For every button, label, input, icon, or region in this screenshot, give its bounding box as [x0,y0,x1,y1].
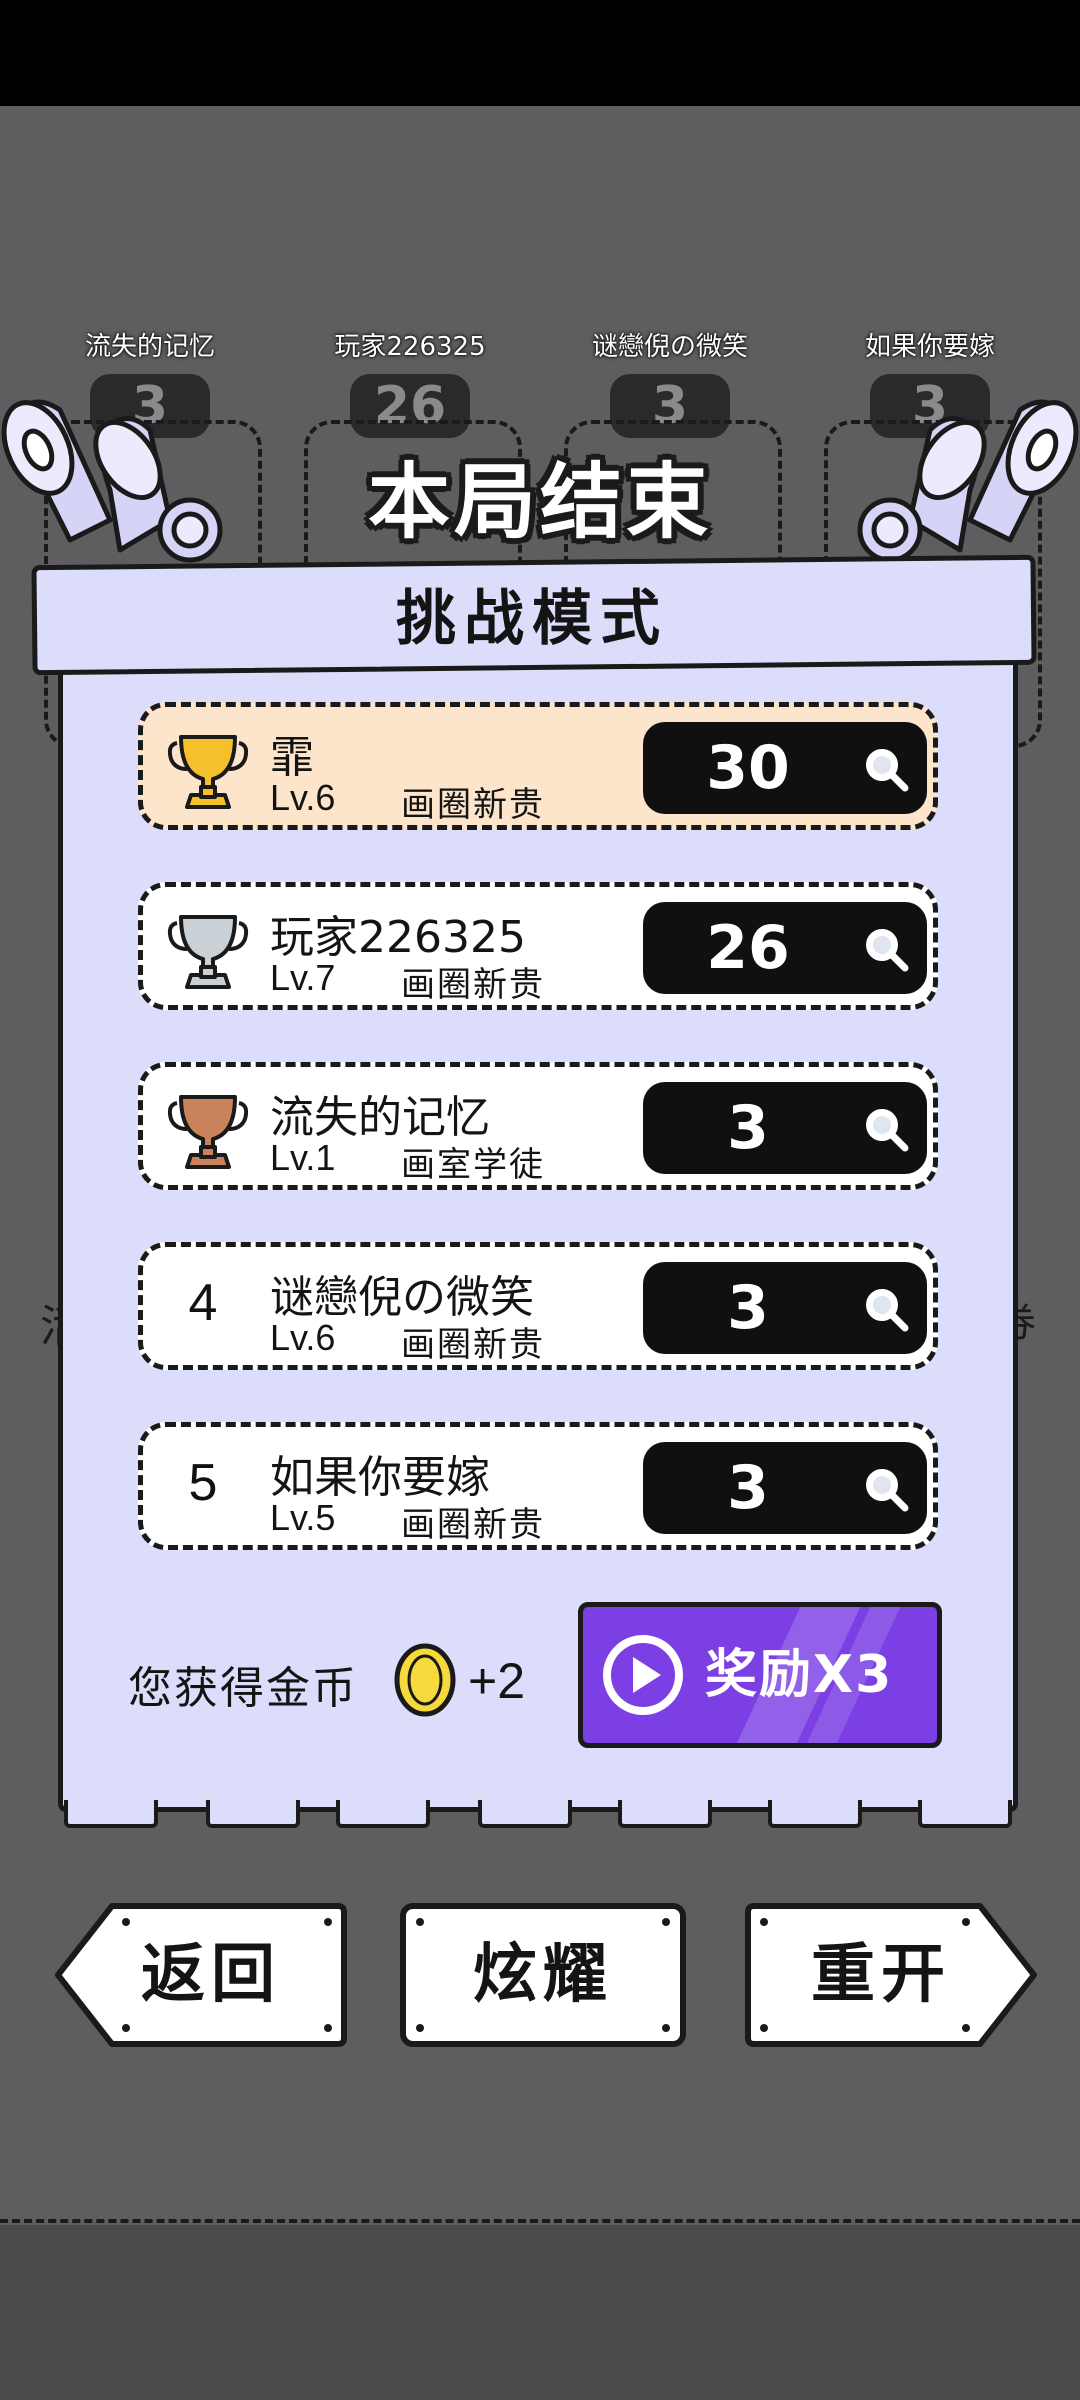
background-player-name: 流失的记忆 [84,332,215,362]
coins-label: 您获得金币 [128,1663,358,1714]
score-box[interactable]: 3 [643,1262,927,1354]
rank-number: 5 [188,1454,218,1512]
player-title: 画圈新贵 [401,785,545,825]
search-icon[interactable] [861,1284,911,1334]
panel-bottom-tabs [58,1800,1018,1830]
player-level: Lv.7 [270,957,336,998]
restart-button[interactable]: 重开 [744,1900,1040,2050]
player-name: 霏 [270,732,314,783]
bronze-trophy-icon [167,1095,249,1169]
rank-number: 4 [188,1274,218,1332]
background-player-name: 谜戀倪の微笑 [591,332,748,362]
player-name: 谜戀倪の微笑 [270,1272,534,1323]
restart-label: 重开 [811,1938,951,2012]
score-box[interactable]: 3 [643,1442,927,1534]
player-level: Lv.6 [270,1317,336,1358]
search-icon[interactable] [861,1464,911,1514]
player-name: 玩家226325 [270,912,526,963]
ranking-row: 5 如果你要嫁 Lv.5 画圈新贵 3 [138,1422,938,1550]
reward-x3-button[interactable]: 奖励X3 [578,1602,942,1748]
panel-tab [768,1800,862,1828]
background-player-name: 如果你要嫁 [864,332,995,362]
panel-tab [478,1800,572,1828]
player-name: 流失的记忆 [270,1092,490,1143]
score-box[interactable]: 3 [643,1082,927,1174]
panel-tab [336,1800,430,1828]
player-title: 画圈新贵 [401,965,545,1005]
silver-trophy-icon [167,915,249,989]
score-box[interactable]: 30 [643,722,927,814]
ranking-row: 霏 Lv.6 画圈新贵 30 [138,702,938,830]
ranking-row: 4 谜戀倪の微笑 Lv.6 画圈新贵 3 [138,1242,938,1370]
gold-trophy-icon [167,735,249,809]
share-button[interactable]: 炫耀 [398,1900,688,2050]
bottom-bar [0,2225,1080,2400]
player-title: 画圈新贵 [401,1505,545,1545]
search-icon[interactable] [861,744,911,794]
background-player: 谜戀倪の微笑 3 [550,330,790,748]
divider [0,2219,1080,2223]
player-level: Lv.6 [270,777,336,818]
player-title: 画圈新贵 [401,1325,545,1365]
share-label: 炫耀 [473,1938,613,2012]
score-box[interactable]: 26 [643,902,927,994]
panel-tab [206,1800,300,1828]
background-player-name: 玩家226325 [334,332,486,362]
result-title: 本局结束 [367,455,712,550]
score-value: 3 [727,1093,769,1163]
back-button[interactable]: 返回 [52,1900,348,2050]
player-title: 画室学徒 [401,1145,545,1185]
player-level: Lv.1 [270,1137,336,1178]
background-player: 玩家226325 26 [290,330,530,748]
score-value: 30 [706,733,790,803]
panel-tab [618,1800,712,1828]
score-value: 3 [727,1273,769,1343]
search-icon[interactable] [861,1104,911,1154]
coins-value: +2 [468,1653,526,1709]
score-value: 3 [727,1453,769,1523]
ranking-row: 玩家226325 Lv.7 画圈新贵 26 [138,882,938,1010]
search-icon[interactable] [861,924,911,974]
status-bar [0,0,1080,106]
back-label: 返回 [141,1938,281,2012]
panel-tab [918,1800,1012,1828]
reward-label: 奖励X3 [705,1645,894,1705]
play-icon [603,1635,683,1715]
player-level: Lv.5 [270,1497,336,1538]
player-name: 如果你要嫁 [270,1452,490,1503]
mode-title: 挑战模式 [396,584,668,654]
score-value: 26 [706,913,790,983]
ranking-row: 流失的记忆 Lv.1 画室学徒 3 [138,1062,938,1190]
panel-tab [64,1800,158,1828]
coin-icon [394,1643,456,1717]
